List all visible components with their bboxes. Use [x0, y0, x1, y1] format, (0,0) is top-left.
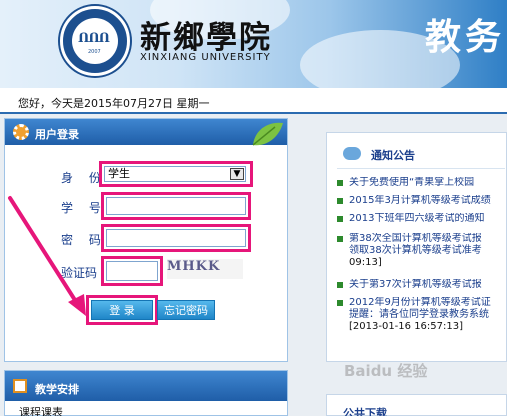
speech-bubble-icon	[343, 147, 361, 160]
schedule-panel: 教学安排 课程课表	[4, 370, 288, 416]
greeting-bar: 您好，今天是2015年07月27日 星期一	[0, 88, 507, 114]
bullet-icon	[337, 216, 343, 222]
notice-text[interactable]: 关于第37次计算机等级考试报	[337, 279, 507, 291]
login-title: 用户登录	[35, 128, 79, 141]
pointer-arrow-icon	[8, 196, 86, 316]
bullet-icon	[337, 236, 343, 242]
notice-date: [2013-01-16 16:57:13]	[349, 321, 464, 332]
student-id-input[interactable]	[106, 197, 246, 215]
leaf-icon	[252, 122, 283, 146]
captcha-image-text: MHKK	[167, 259, 221, 274]
chevron-down-icon[interactable]: ▼	[230, 168, 244, 180]
notice-title: 通知公告	[371, 149, 415, 162]
notice-item[interactable]: 关于免费使用“青果掌上校园	[337, 177, 507, 189]
notice-item[interactable]: 第38次全国计算机等级考试报 领取38次计算机等级考试准考 09:13]	[337, 233, 507, 269]
role-select[interactable]: 学生 ▼	[104, 166, 246, 182]
logo-year: 2007	[88, 49, 101, 55]
divider	[337, 168, 505, 169]
notice-panel: 通知公告 关于免费使用“青果掌上校园 2015年3月计算机等级考试成绩 2013…	[326, 132, 507, 362]
bullet-icon	[337, 282, 343, 288]
notice-text-line2[interactable]: 领取38次计算机等级考试准考	[337, 245, 507, 257]
download-title: 公共下载	[343, 407, 387, 416]
password-input[interactable]	[106, 229, 246, 247]
book-icon	[13, 379, 27, 393]
logo-mark: ՈՈՈ	[78, 31, 110, 46]
notice-text[interactable]: 2015年3月计算机等级考试成绩	[337, 195, 507, 207]
header-banner: ՈՈՈ 2007 新鄉學院 XINXIANG UNIVERSITY 教务	[0, 0, 507, 88]
notice-text[interactable]: 第38次全国计算机等级考试报	[337, 233, 507, 245]
notice-item[interactable]: 2012年9月份计算机等级考试证 提醒：请各位同学登录教务系统 [2013-01…	[337, 297, 507, 333]
download-panel: 公共下载	[326, 394, 507, 416]
notice-item[interactable]: 2013下班年四六级考试的通知	[337, 213, 507, 225]
schedule-panel-header: 教学安排	[5, 371, 287, 401]
notice-text-line2[interactable]: 提醒：请各位同学登录教务系统	[337, 309, 507, 321]
notice-item[interactable]: 2015年3月计算机等级考试成绩	[337, 195, 507, 207]
school-name-cn: 新鄉學院	[140, 20, 272, 56]
notice-item[interactable]: 关于第37次计算机等级考试报	[337, 279, 507, 291]
notice-text[interactable]: 2012年9月份计算机等级考试证	[337, 297, 507, 309]
captcha-input[interactable]	[106, 261, 158, 281]
gear-icon	[13, 124, 29, 140]
bullet-icon	[337, 300, 343, 306]
notice-text[interactable]: 关于免费使用“青果掌上校园	[337, 177, 507, 189]
forgot-password-button[interactable]: 忘记密码	[157, 300, 215, 320]
watermark: Baidu 经验	[344, 362, 428, 380]
role-select-value: 学生	[108, 167, 130, 180]
login-panel-header: 用户登录	[5, 119, 287, 146]
system-title: 教务	[425, 17, 506, 58]
notice-text[interactable]: 2013下班年四六级考试的通知	[337, 213, 507, 225]
greeting-text: 您好，今天是2015年07月27日 星期一	[18, 97, 210, 110]
schedule-link-timetable[interactable]: 课程课表	[19, 404, 63, 416]
schedule-title: 教学安排	[35, 383, 79, 396]
captcha-image[interactable]: MHKK	[167, 259, 243, 279]
notice-date: 09:13]	[349, 257, 382, 268]
bullet-icon	[337, 180, 343, 186]
school-logo-seal: ՈՈՈ 2007	[60, 6, 130, 76]
bullet-icon	[337, 198, 343, 204]
school-name-en: XINXIANG UNIVERSITY	[140, 52, 271, 63]
